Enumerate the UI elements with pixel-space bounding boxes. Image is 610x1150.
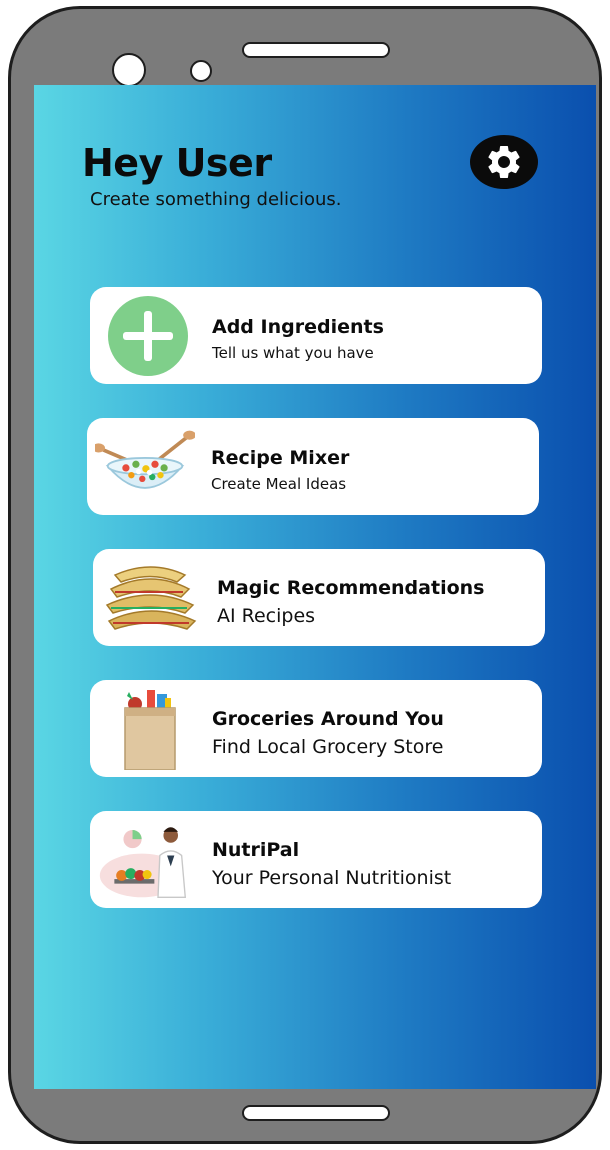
grocery-bag-icon xyxy=(124,690,176,770)
nutripal-card[interactable]: NutriPal Your Personal Nutritionist xyxy=(90,811,542,908)
card-title: Recipe Mixer xyxy=(211,447,350,469)
magic-recommendations-card[interactable]: Magic Recommendations AI Recipes xyxy=(93,549,545,646)
card-description: AI Recipes xyxy=(217,605,316,627)
groceries-around-you-card[interactable]: Groceries Around You Find Local Grocery … xyxy=(90,680,542,777)
add-ingredients-card[interactable]: Add Ingredients Tell us what you have xyxy=(90,287,542,384)
earpiece-speaker xyxy=(242,42,390,58)
quesadilla-stack-icon xyxy=(105,566,197,630)
card-title: Groceries Around You xyxy=(212,708,444,730)
page-title: Hey User xyxy=(82,141,272,185)
gear-icon xyxy=(488,145,520,178)
card-description: Find Local Grocery Store xyxy=(212,736,444,758)
front-camera xyxy=(112,53,146,87)
card-title: NutriPal xyxy=(212,839,300,861)
proximity-sensor xyxy=(190,60,212,82)
card-description: Tell us what you have xyxy=(212,344,374,362)
card-description: Create Meal Ideas xyxy=(211,475,347,493)
home-indicator[interactable] xyxy=(242,1105,390,1121)
recipe-mixer-card[interactable]: Recipe Mixer Create Meal Ideas xyxy=(87,418,539,515)
salad-bowl-icon xyxy=(95,430,195,489)
settings-button[interactable] xyxy=(470,135,538,189)
nutritionist-icon xyxy=(99,827,187,898)
card-description: Your Personal Nutritionist xyxy=(212,867,452,889)
app-screen: Hey User Create something delicious. Add… xyxy=(34,85,596,1089)
card-title: Magic Recommendations xyxy=(217,577,485,599)
plus-icon xyxy=(108,296,188,376)
page-subtitle: Create something delicious. xyxy=(90,189,342,210)
card-title: Add Ingredients xyxy=(212,316,384,338)
